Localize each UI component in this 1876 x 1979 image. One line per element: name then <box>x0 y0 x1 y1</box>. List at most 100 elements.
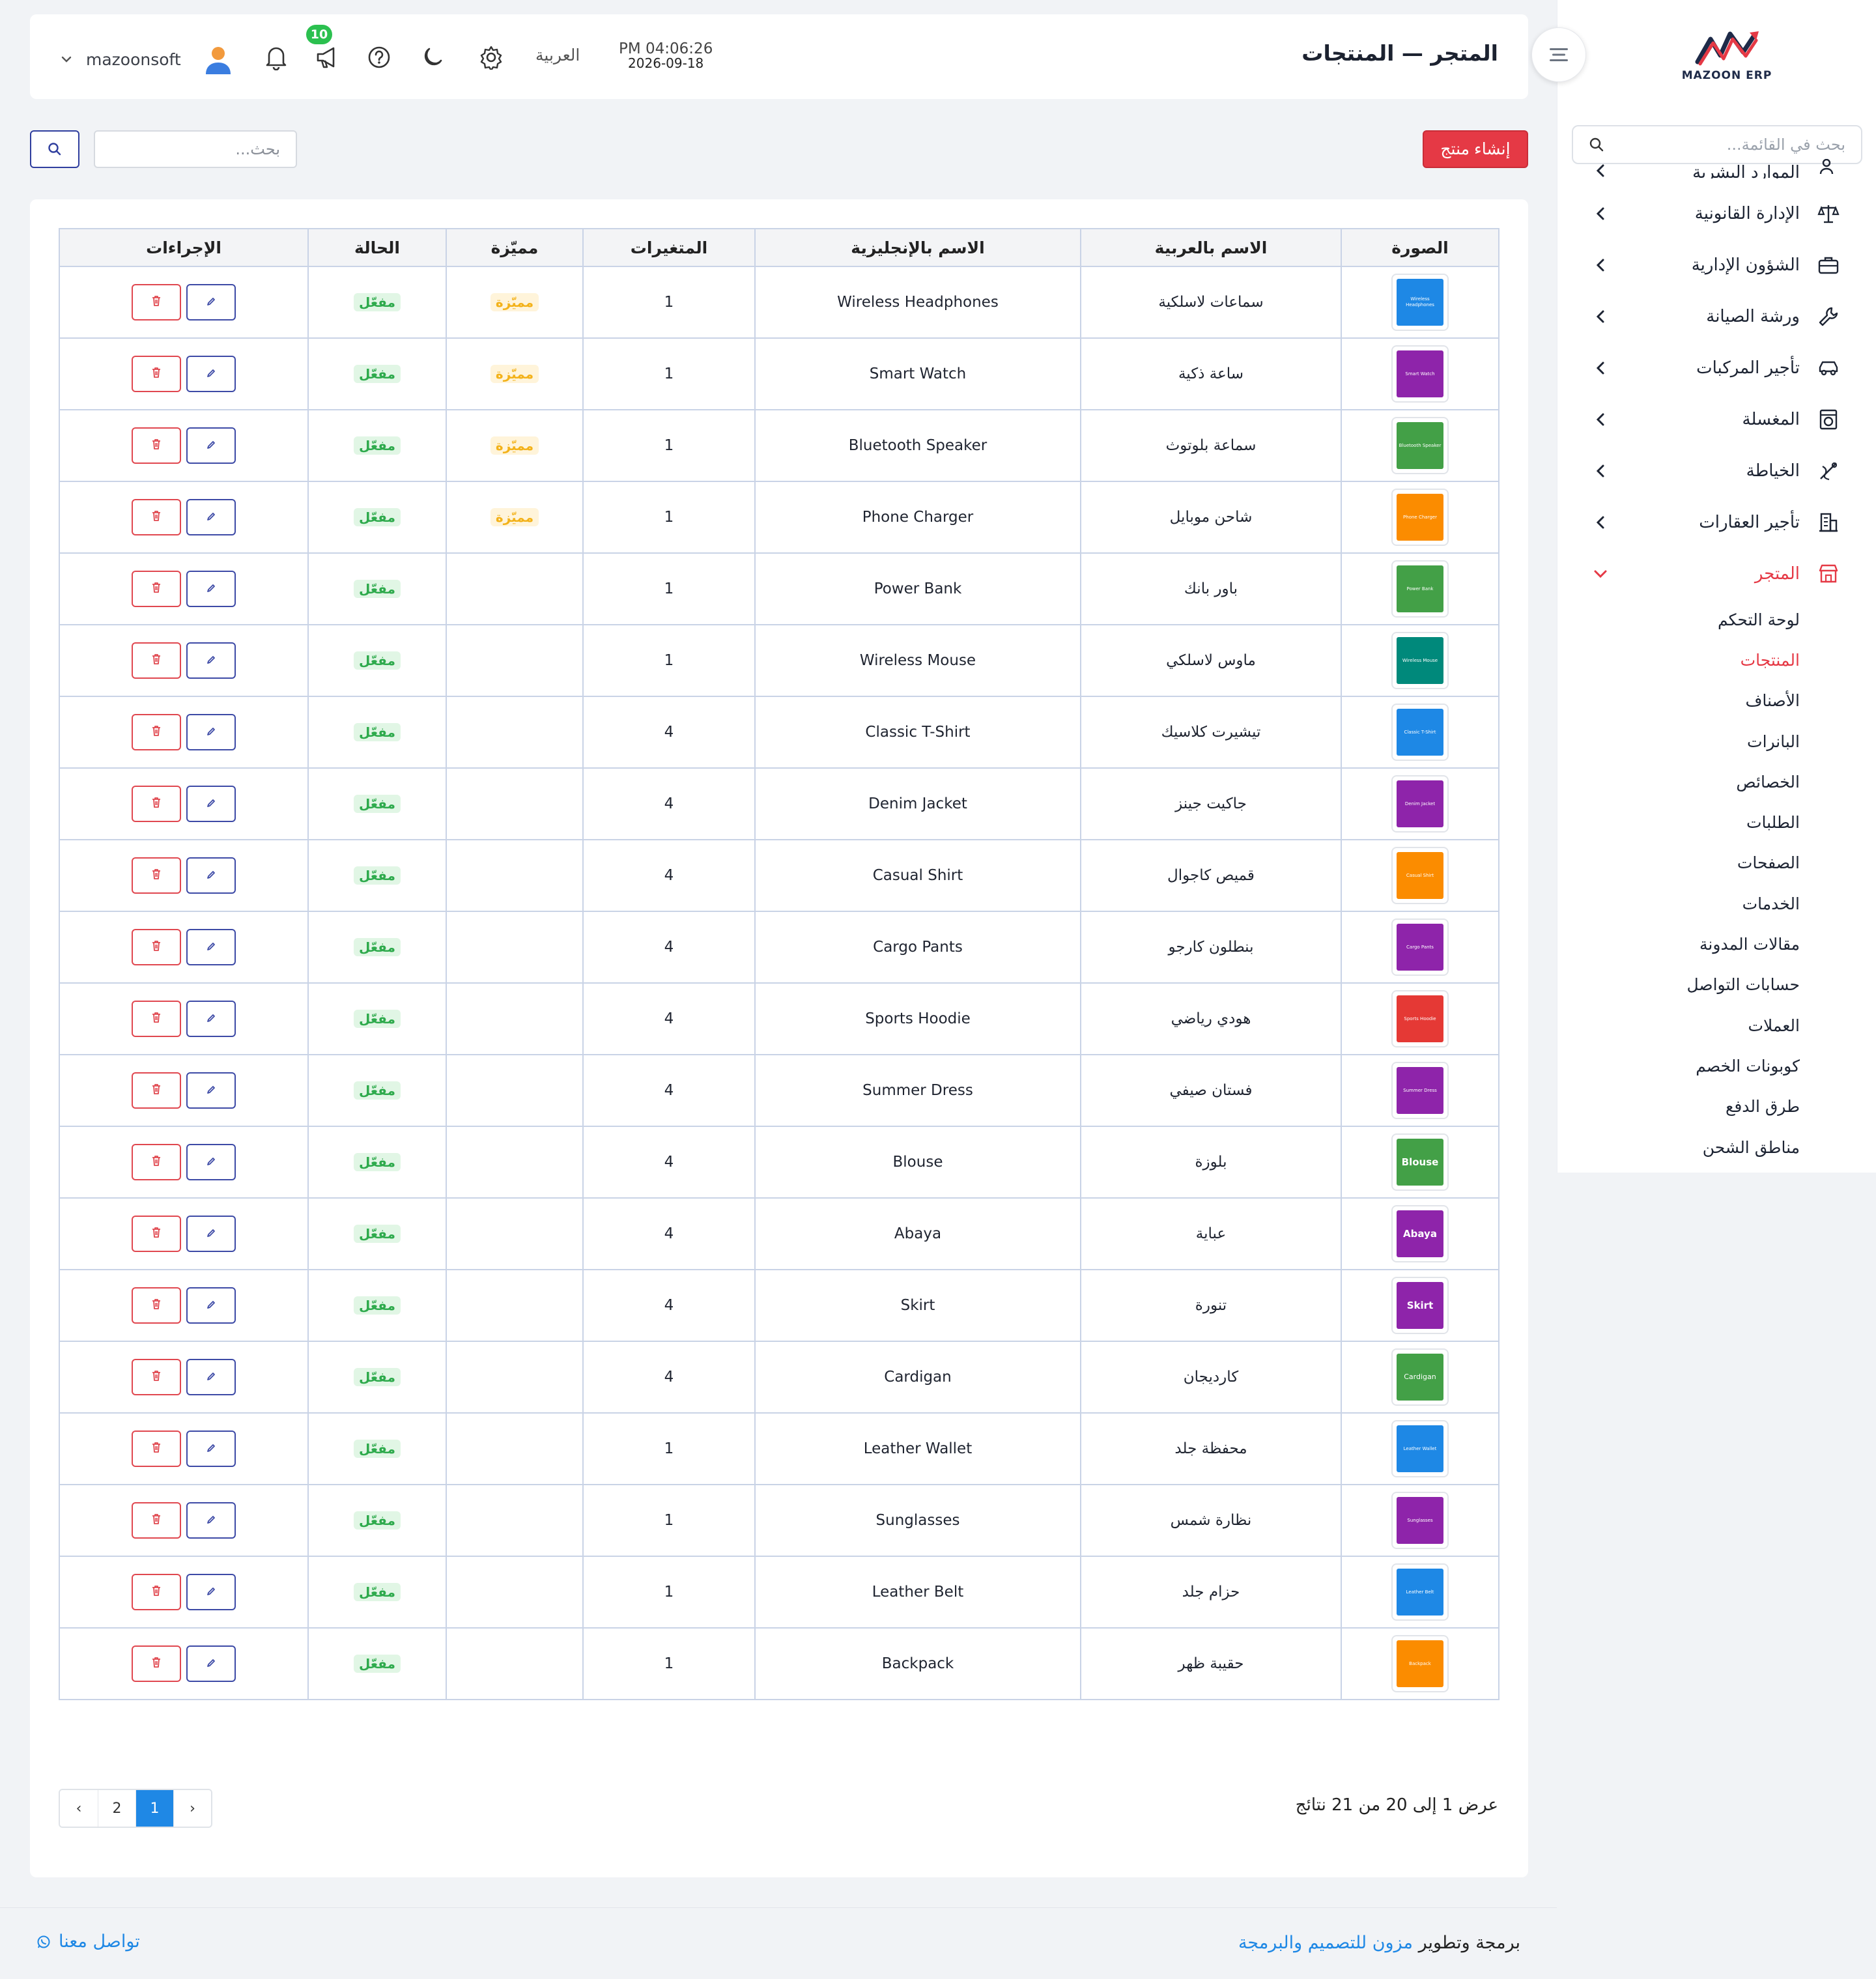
sidebar-subitem[interactable]: البانرات <box>1557 721 1876 762</box>
settings-button[interactable] <box>477 43 505 72</box>
edit-button[interactable] <box>186 786 236 822</box>
sidebar-subitem[interactable]: حسابات التواصل <box>1557 965 1876 1005</box>
product-thumbnail[interactable]: Leather Wallet <box>1391 1420 1449 1477</box>
announcements-button[interactable] <box>314 43 343 72</box>
edit-button[interactable] <box>186 1645 236 1682</box>
sidebar-item-vehicles[interactable]: تأجير المركبات <box>1557 342 1876 393</box>
delete-button[interactable] <box>132 1072 181 1109</box>
sidebar-subitem[interactable]: العملات <box>1557 1005 1876 1046</box>
product-thumbnail[interactable]: Cargo Pants <box>1391 918 1449 976</box>
edit-button[interactable] <box>186 1359 236 1395</box>
app-logo[interactable]: MAZOON ERP <box>1675 26 1779 91</box>
delete-button[interactable] <box>132 356 181 392</box>
edit-button[interactable] <box>186 571 236 607</box>
pagination-next[interactable]: › <box>173 1790 211 1827</box>
edit-button[interactable] <box>186 356 236 392</box>
product-thumbnail[interactable]: Wireless Headphones <box>1391 274 1449 331</box>
product-thumbnail[interactable]: Smart Watch <box>1391 345 1449 403</box>
delete-button[interactable] <box>132 499 181 535</box>
edit-button[interactable] <box>186 1431 236 1467</box>
edit-button[interactable] <box>186 427 236 464</box>
sidebar-subitem[interactable]: الطلبات <box>1557 802 1876 842</box>
delete-button[interactable] <box>132 571 181 607</box>
product-thumbnail[interactable]: Sunglasses <box>1391 1492 1449 1549</box>
product-thumbnail[interactable]: Wireless Mouse <box>1391 632 1449 689</box>
search-button[interactable] <box>30 130 79 168</box>
product-thumbnail[interactable]: Power Bank <box>1391 560 1449 618</box>
credit-brand-link[interactable]: مزون للتصميم والبرمجة <box>1238 1933 1413 1953</box>
sidebar-item-hr[interactable]: الموارد البشرية <box>1557 159 1876 178</box>
product-thumbnail[interactable]: Phone Charger <box>1391 489 1449 546</box>
product-thumbnail[interactable]: Summer Dress <box>1391 1062 1449 1119</box>
delete-button[interactable] <box>132 857 181 894</box>
delete-button[interactable] <box>132 1287 181 1324</box>
sidebar-item-tailoring[interactable]: الخياطة <box>1557 445 1876 496</box>
contact-link[interactable]: تواصل معنا <box>36 1931 140 1952</box>
delete-button[interactable] <box>132 714 181 750</box>
delete-button[interactable] <box>132 1645 181 1682</box>
edit-button[interactable] <box>186 1216 236 1252</box>
pagination-page-1[interactable]: 1 <box>135 1790 173 1827</box>
product-thumbnail[interactable]: Blouse <box>1391 1133 1449 1191</box>
delete-button[interactable] <box>132 642 181 679</box>
sidebar-search-input[interactable]: بحث في القائمة... <box>1572 125 1862 164</box>
product-thumbnail[interactable]: Cardigan <box>1391 1348 1449 1406</box>
sidebar-subitem[interactable]: مناطق الشحن <box>1557 1127 1876 1167</box>
product-thumbnail[interactable]: Denim Jacket <box>1391 775 1449 833</box>
edit-button[interactable] <box>186 642 236 679</box>
edit-button[interactable] <box>186 857 236 894</box>
edit-button[interactable] <box>186 929 236 965</box>
sidebar-subitem[interactable]: كوبونات الخصم <box>1557 1046 1876 1086</box>
product-thumbnail[interactable]: Sports Hoodie <box>1391 990 1449 1047</box>
sidebar-item-laundry[interactable]: المغسلة <box>1557 393 1876 445</box>
pagination-page-2[interactable]: 2 <box>98 1790 135 1827</box>
product-thumbnail[interactable]: Skirt <box>1391 1277 1449 1334</box>
dark-mode-toggle[interactable] <box>418 43 447 72</box>
edit-button[interactable] <box>186 284 236 320</box>
product-search-input[interactable]: بحث... <box>94 130 297 168</box>
create-product-button[interactable]: إنشاء منتج <box>1423 130 1528 168</box>
delete-button[interactable] <box>132 1574 181 1610</box>
delete-button[interactable] <box>132 1001 181 1037</box>
product-thumbnail[interactable]: Casual Shirt <box>1391 847 1449 904</box>
sidebar-subitem[interactable]: مقالات المدونة <box>1557 924 1876 964</box>
edit-button[interactable] <box>186 499 236 535</box>
edit-button[interactable] <box>186 1144 236 1180</box>
sidebar-subitem[interactable]: المنتجات <box>1557 640 1876 680</box>
sidebar-item-store[interactable]: المتجر <box>1557 548 1876 599</box>
edit-button[interactable] <box>186 1072 236 1109</box>
sidebar-item-legal[interactable]: الإدارة القانونية <box>1557 188 1876 239</box>
edit-button[interactable] <box>186 1502 236 1539</box>
user-menu[interactable]: mazoonsoft <box>61 43 234 76</box>
product-thumbnail[interactable]: Classic T-Shirt <box>1391 704 1449 761</box>
delete-button[interactable] <box>132 284 181 320</box>
delete-button[interactable] <box>132 427 181 464</box>
sidebar-item-admin[interactable]: الشؤون الإدارية <box>1557 239 1876 291</box>
delete-button[interactable] <box>132 1431 181 1467</box>
pagination-prev[interactable]: ‹ <box>60 1790 98 1827</box>
delete-button[interactable] <box>132 1144 181 1180</box>
sidebar-item-workshop[interactable]: ورشة الصيانة <box>1557 291 1876 342</box>
product-thumbnail[interactable]: Backpack <box>1391 1635 1449 1692</box>
edit-button[interactable] <box>186 1574 236 1610</box>
sidebar-subitem[interactable]: الخصائص <box>1557 762 1876 802</box>
menu-toggle-button[interactable] <box>1531 27 1586 82</box>
notifications-button[interactable] <box>262 43 291 72</box>
sidebar-subitem[interactable]: الصفحات <box>1557 843 1876 883</box>
help-button[interactable] <box>365 43 393 72</box>
delete-button[interactable] <box>132 1359 181 1395</box>
sidebar-subitem[interactable]: طرق الدفع <box>1557 1087 1876 1127</box>
edit-button[interactable] <box>186 714 236 750</box>
language-switcher[interactable]: العربية <box>535 46 580 64</box>
edit-button[interactable] <box>186 1001 236 1037</box>
sidebar-subitem[interactable]: لوحة التحكم <box>1557 599 1876 640</box>
product-thumbnail[interactable]: Bluetooth Speaker <box>1391 417 1449 474</box>
product-thumbnail[interactable]: Leather Belt <box>1391 1563 1449 1621</box>
sidebar-subitem[interactable]: الخدمات <box>1557 883 1876 924</box>
delete-button[interactable] <box>132 929 181 965</box>
sidebar-item-real-estate[interactable]: تأجير العقارات <box>1557 496 1876 548</box>
sidebar-subitem[interactable]: الأصناف <box>1557 681 1876 721</box>
delete-button[interactable] <box>132 1502 181 1539</box>
delete-button[interactable] <box>132 786 181 822</box>
delete-button[interactable] <box>132 1216 181 1252</box>
